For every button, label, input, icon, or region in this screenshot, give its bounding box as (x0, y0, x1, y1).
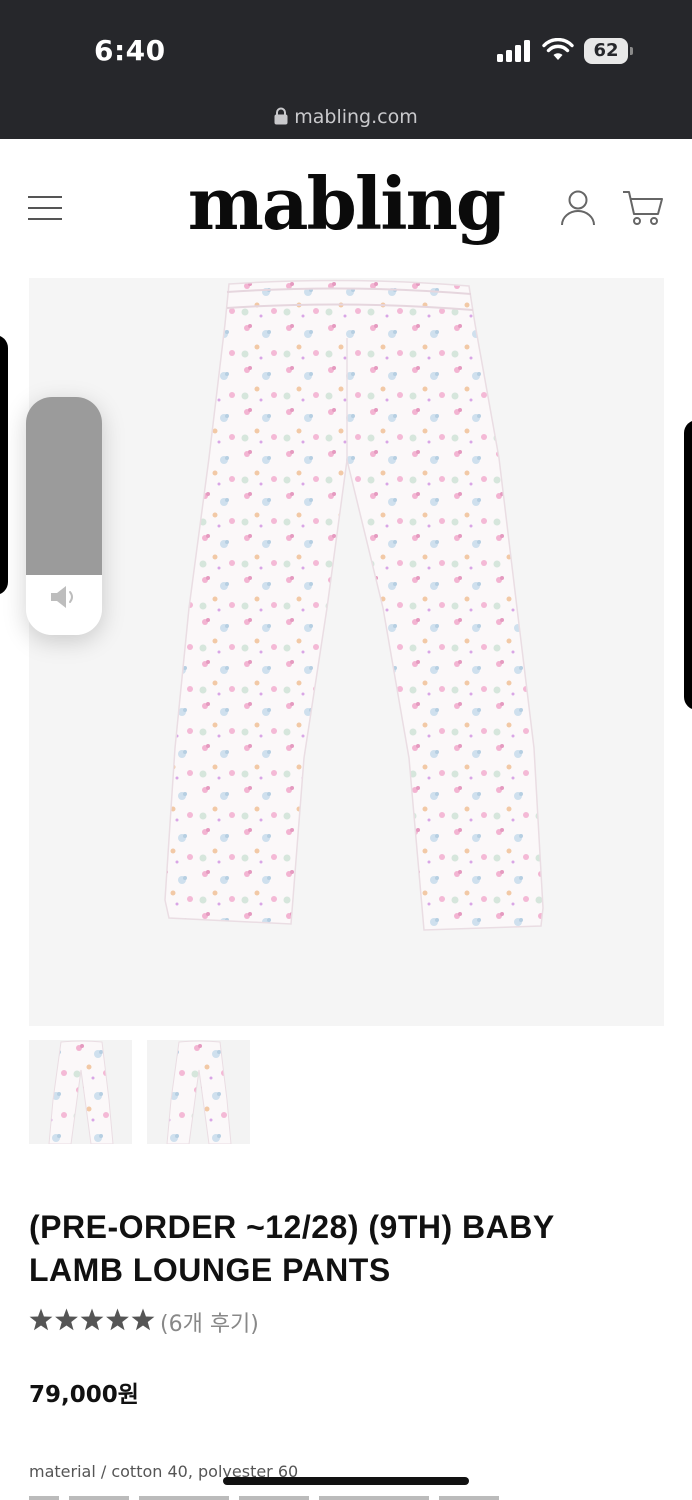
thumbnail-pants-image (48, 1040, 114, 1144)
battery-level: 62 (584, 38, 628, 64)
wifi-icon (542, 38, 574, 60)
product-price: 79,000원 (29, 1382, 139, 1408)
lounge-pants-image (164, 279, 544, 931)
thumbnail-pants-image (166, 1040, 232, 1144)
volume-slider[interactable] (26, 397, 102, 635)
product-main-image[interactable] (29, 278, 664, 1026)
address-bar[interactable]: mabling.com (0, 96, 692, 139)
thumbnail-1[interactable] (29, 1040, 132, 1144)
site-header: mabling (0, 139, 692, 278)
star-icon (106, 1308, 129, 1331)
cart-icon[interactable] (622, 189, 664, 227)
screen-edge-right (684, 420, 692, 710)
thumbnail-2[interactable] (147, 1040, 250, 1144)
home-indicator (223, 1477, 469, 1485)
star-icon (131, 1308, 155, 1331)
status-time: 6:40 (94, 34, 166, 67)
speaker-icon (51, 586, 73, 608)
cellular-signal-icon (497, 40, 530, 62)
review-count[interactable]: (6개 후기) (160, 1306, 259, 1338)
status-bar: 6:40 62 (0, 0, 692, 96)
screen-edge-left (0, 335, 8, 595)
lock-icon (274, 107, 288, 125)
star-icon (29, 1308, 53, 1331)
product-title: (PRE-ORDER ~12/28) (9TH) BABY LAMB LOUNG… (29, 1209, 555, 1288)
truncated-description-line (29, 1496, 499, 1500)
account-icon[interactable] (560, 189, 596, 227)
url-text: mabling.com (294, 106, 418, 128)
star-icon (80, 1308, 104, 1331)
rating-stars (29, 1308, 155, 1331)
star-icon (55, 1308, 78, 1331)
battery-icon: 62 (584, 38, 634, 64)
